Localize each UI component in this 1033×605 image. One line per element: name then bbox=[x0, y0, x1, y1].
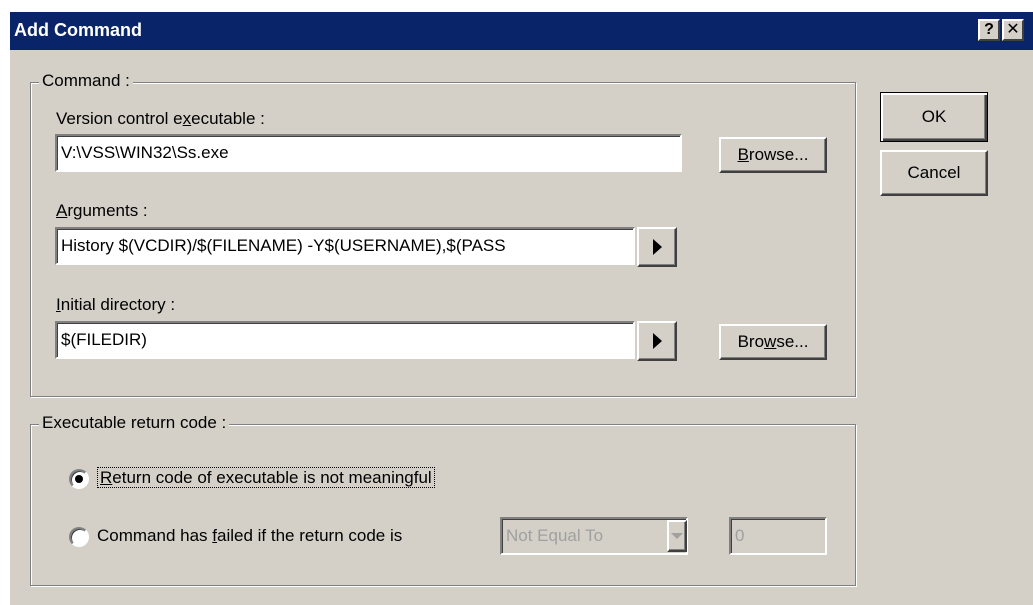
command-group: Command : Version control executable : V… bbox=[30, 71, 856, 397]
ok-button[interactable]: OK bbox=[880, 92, 988, 142]
title-bar[interactable]: Add Command ? ✕ bbox=[10, 12, 1033, 50]
arguments-input[interactable]: History $(VCDIR)/$(FILENAME) -Y$(USERNAM… bbox=[55, 227, 635, 265]
comparison-select-value: Not Equal To bbox=[506, 526, 604, 545]
initial-directory-input[interactable]: $(FILEDIR) bbox=[55, 321, 635, 359]
arguments-macro-button[interactable] bbox=[637, 227, 677, 267]
close-button[interactable]: ✕ bbox=[1002, 19, 1024, 41]
command-failed-label[interactable]: Command has failed if the return code is bbox=[97, 526, 402, 546]
return-code-not-meaningful-radio[interactable] bbox=[69, 469, 89, 489]
add-command-dialog: Add Command ? ✕ Command : Version contro… bbox=[8, 10, 1033, 605]
executable-label: Version control executable : bbox=[56, 109, 265, 128]
chevron-down-icon bbox=[671, 533, 683, 539]
command-failed-radio[interactable] bbox=[69, 527, 89, 547]
dialog-title: Add Command bbox=[14, 20, 142, 40]
chevron-right-icon bbox=[652, 333, 662, 349]
initial-directory-label: Initial directory : bbox=[56, 295, 176, 314]
initial-directory-macro-button[interactable] bbox=[637, 321, 677, 361]
comparison-select[interactable]: Not Equal To bbox=[500, 517, 688, 555]
comparison-dropdown-button[interactable] bbox=[667, 520, 687, 552]
radio-selected-dot bbox=[75, 475, 83, 483]
executable-browse-button[interactable]: Browse... bbox=[719, 137, 827, 173]
command-group-legend: Command : bbox=[39, 71, 133, 91]
chevron-right-icon bbox=[652, 239, 662, 255]
cancel-button[interactable]: Cancel bbox=[880, 150, 988, 196]
executable-input[interactable]: V:\VSS\WIN32\Ss.exe bbox=[55, 134, 682, 172]
return-code-not-meaningful-label[interactable]: Return code of executable is not meaning… bbox=[97, 467, 435, 488]
help-button[interactable]: ? bbox=[978, 19, 1000, 41]
return-code-group: Executable return code : Return code of … bbox=[30, 413, 856, 586]
return-code-input[interactable]: 0 bbox=[729, 517, 827, 555]
initial-directory-browse-button[interactable]: Bro w se... bbox=[719, 324, 827, 360]
return-code-group-legend: Executable return code : bbox=[39, 413, 230, 433]
arguments-label: Arguments : bbox=[56, 201, 148, 220]
